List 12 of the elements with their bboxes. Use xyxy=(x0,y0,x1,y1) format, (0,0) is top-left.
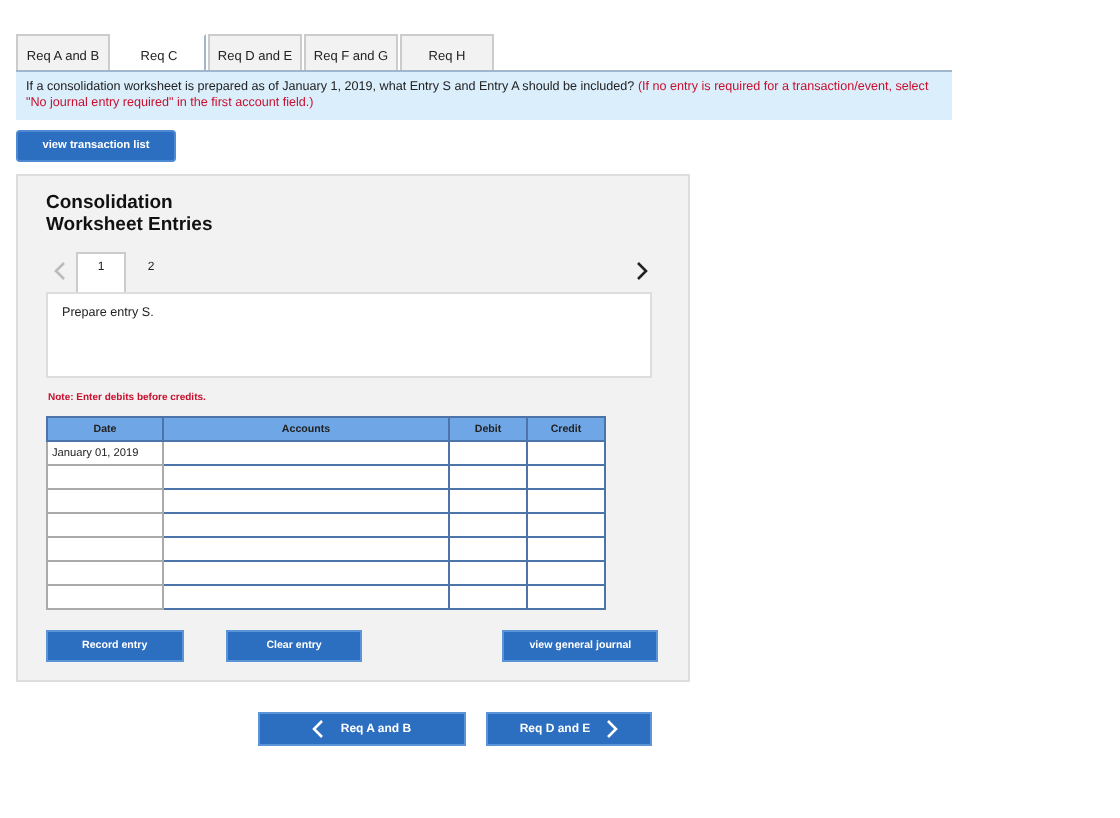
account-field[interactable] xyxy=(163,513,449,537)
chevron-left-icon xyxy=(312,720,325,738)
account-field[interactable] xyxy=(163,489,449,513)
account-field[interactable] xyxy=(163,441,449,465)
account-field[interactable] xyxy=(163,585,449,609)
account-field[interactable] xyxy=(163,465,449,489)
account-field[interactable] xyxy=(163,561,449,585)
chevron-right-icon xyxy=(606,720,619,738)
chevron-right-icon xyxy=(636,262,648,280)
account-field[interactable] xyxy=(163,537,449,561)
panel-title: Consolidation Worksheet Entries xyxy=(46,192,215,236)
chevron-left-icon xyxy=(54,262,66,280)
